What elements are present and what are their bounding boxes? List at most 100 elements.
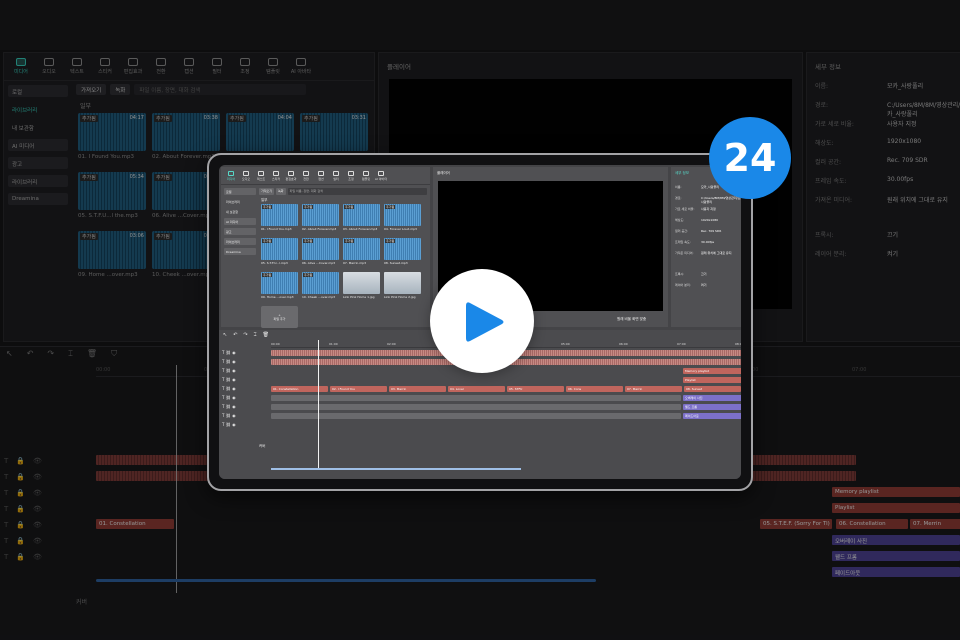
text-clip[interactable]: Memory playlist bbox=[832, 487, 960, 497]
media-clip[interactable]: 추가됨 04:17 01. I Found You.mp3 bbox=[78, 113, 146, 160]
toolbar-item-0[interactable]: 미디어 bbox=[8, 53, 34, 80]
sidebar-item[interactable]: 광고 bbox=[8, 157, 68, 169]
mini-audio-clip: 04. Lover bbox=[448, 386, 505, 392]
mini-detail-key: 레이어 분리: bbox=[675, 283, 691, 287]
audio-clip[interactable]: 05. S.T.E.F. (Sorry For Ti) bbox=[760, 519, 832, 529]
lock-icon[interactable]: 🔒 bbox=[16, 457, 25, 465]
mini-added-badge: 추가됨 bbox=[303, 205, 314, 209]
sidebar-item[interactable]: 라이브러리 bbox=[8, 103, 68, 115]
mini-clip-thumbnail: 추가됨 bbox=[302, 272, 339, 294]
mini-effects-icon bbox=[288, 170, 294, 176]
delete-icon[interactable]: 🗑 bbox=[87, 349, 97, 361]
undo-icon[interactable]: ↶ bbox=[27, 349, 34, 361]
mini-audio-icon bbox=[243, 170, 249, 176]
toolbar-item-label: 텍스트 bbox=[70, 69, 84, 75]
timeline-scrollbar[interactable] bbox=[96, 579, 596, 582]
track-type-icon[interactable]: T bbox=[4, 473, 8, 481]
eye-icon[interactable]: 👁 bbox=[33, 553, 42, 561]
detail-value: C:/Users/8M/8M/영상관리/모카_사랑풀리 bbox=[887, 102, 960, 118]
lock-icon[interactable]: 🔒 bbox=[16, 489, 25, 497]
track-header: T 🔒 👁 bbox=[4, 521, 42, 529]
timeline-playhead[interactable] bbox=[176, 365, 177, 593]
track-type-icon[interactable]: T bbox=[4, 489, 8, 497]
cover-label[interactable]: 커버 bbox=[76, 597, 87, 606]
eye-icon[interactable]: 👁 bbox=[33, 489, 42, 497]
detail-value: 1920x1080 bbox=[887, 138, 922, 145]
eye-icon[interactable]: 👁 bbox=[33, 473, 42, 481]
mini-track-header: T ⛓ ◉ bbox=[222, 377, 236, 382]
mini-toolbar-item-0: 미디어 bbox=[224, 167, 238, 184]
mini-player-controls: 원래 비율 화면 맞춤 bbox=[617, 317, 646, 322]
shield-icon[interactable]: ⛉ bbox=[111, 349, 117, 361]
eye-icon[interactable]: 👁 bbox=[33, 505, 42, 513]
track-type-icon[interactable]: T bbox=[4, 553, 8, 561]
clip-name: 01. I Found You.mp3 bbox=[78, 154, 134, 160]
toolbar-item-4[interactable]: 편집효과 bbox=[120, 53, 146, 80]
audio-clip[interactable]: 07. Merrin bbox=[910, 519, 960, 529]
toolbar-item-5[interactable]: 전환 bbox=[148, 53, 174, 80]
mini-cover-label: 커버 bbox=[259, 444, 266, 448]
track-header: T 🔒 👁 bbox=[4, 537, 42, 545]
redo-icon[interactable]: ↷ bbox=[47, 349, 54, 361]
mini-detail-value: 원래 위치에 그대로 유지 bbox=[701, 251, 732, 255]
mini-media-clip: 추가됨 02. About Forever.mp3 bbox=[302, 204, 339, 231]
effect-clip[interactable]: 웰드 프롬 bbox=[832, 551, 960, 561]
play-button[interactable] bbox=[430, 269, 534, 373]
toolbar-item-8[interactable]: 조정 bbox=[232, 53, 258, 80]
media-clip[interactable]: 추가됨 03:06 09. Home ...over.mp3 bbox=[78, 231, 146, 278]
mini-media-clip: 추가됨 09. Home ...over.mp3 bbox=[261, 272, 298, 299]
lock-icon[interactable]: 🔒 bbox=[16, 521, 25, 529]
mini-media-top-bar: 가져오기 녹화 파일 이름, 장면, 대화 검색 bbox=[259, 188, 427, 195]
effect-clip[interactable]: 페이드아웃 bbox=[832, 567, 960, 577]
toolbar-item-label: 전환 bbox=[156, 69, 166, 75]
mini-track-header: T ⛓ ◉ bbox=[222, 422, 236, 427]
mini-redo-icon: ↷ bbox=[243, 332, 248, 338]
mini-details-title: 세부 정보 bbox=[675, 171, 689, 175]
track-type-icon[interactable]: T bbox=[4, 505, 8, 513]
eye-icon[interactable]: 👁 bbox=[33, 537, 42, 545]
track-type-icon[interactable]: T bbox=[4, 457, 8, 465]
eye-icon[interactable]: 👁 bbox=[33, 521, 42, 529]
detail-key: 프록시: bbox=[815, 232, 834, 239]
sidebar-item[interactable]: 내 보관함 bbox=[8, 121, 68, 133]
eye-icon[interactable]: 👁 bbox=[33, 457, 42, 465]
toolbar-item-7[interactable]: 필터 bbox=[204, 53, 230, 80]
lock-icon[interactable]: 🔒 bbox=[16, 505, 25, 513]
media-clip[interactable]: 추가됨 03:38 02. About Forever.mp3 bbox=[152, 113, 220, 160]
sidebar-item[interactable]: 로컬 bbox=[8, 85, 68, 97]
text-clip[interactable]: Playlist bbox=[832, 503, 960, 513]
media-search-input[interactable]: 파일 이름, 장면, 대화 검색 bbox=[134, 84, 306, 95]
mini-media-clip: 추가됨 10. Cheek ...over.mp3 bbox=[302, 272, 339, 299]
lock-icon[interactable]: 🔒 bbox=[16, 473, 25, 481]
toolbar-item-6[interactable]: 캡션 bbox=[176, 53, 202, 80]
mini-split-icon: ⌶ bbox=[253, 332, 257, 338]
import-button[interactable]: 가져오기 bbox=[76, 84, 107, 95]
toolbar-item-3[interactable]: 스티커 bbox=[92, 53, 118, 80]
split-icon[interactable]: ⌶ bbox=[68, 349, 73, 361]
track-type-icon[interactable]: T bbox=[4, 537, 8, 545]
audio-clip[interactable]: 01. Constellation bbox=[96, 519, 174, 529]
toolbar-item-9[interactable]: 템플릿 bbox=[260, 53, 286, 80]
effects-icon bbox=[128, 58, 138, 66]
media-clip[interactable]: 추가됨 05:34 05. S.T.F.U...l the.mp3 bbox=[78, 172, 146, 219]
toolbar-item-1[interactable]: 오디오 bbox=[36, 53, 62, 80]
track-type-icon[interactable]: T bbox=[4, 521, 8, 529]
record-button[interactable]: 녹화 bbox=[110, 84, 131, 95]
sidebar-item[interactable]: 라이브러리 bbox=[8, 175, 68, 187]
toolbar-item-2[interactable]: 텍스트 bbox=[64, 53, 90, 80]
mini-clip-name: 03. About Forever.mp3 bbox=[343, 227, 378, 231]
mini-clip-name: 04. Forever Loud.mp3 bbox=[384, 227, 417, 231]
track-header: T 🔒 👁 bbox=[4, 457, 42, 465]
clip-duration: 04:04 bbox=[277, 115, 292, 121]
sidebar-item[interactable]: AI 미디어 bbox=[8, 139, 68, 151]
sidebar-item[interactable]: Dreamina bbox=[8, 193, 68, 205]
lock-icon[interactable]: 🔒 bbox=[16, 537, 25, 545]
audio-clip[interactable]: 06. Constellation bbox=[836, 519, 908, 529]
effect-clip[interactable]: 오버레이 사진 bbox=[832, 535, 960, 545]
lock-icon[interactable]: 🔒 bbox=[16, 553, 25, 561]
select-icon[interactable]: ↖ bbox=[6, 349, 13, 361]
mini-gray-clip bbox=[271, 404, 681, 410]
mini-detail-value: Rec. 709 SDR bbox=[701, 229, 722, 233]
toolbar-item-10[interactable]: AI 아바타 bbox=[288, 53, 314, 80]
mini-effect-clip: 오버레이 사진 bbox=[683, 395, 741, 401]
